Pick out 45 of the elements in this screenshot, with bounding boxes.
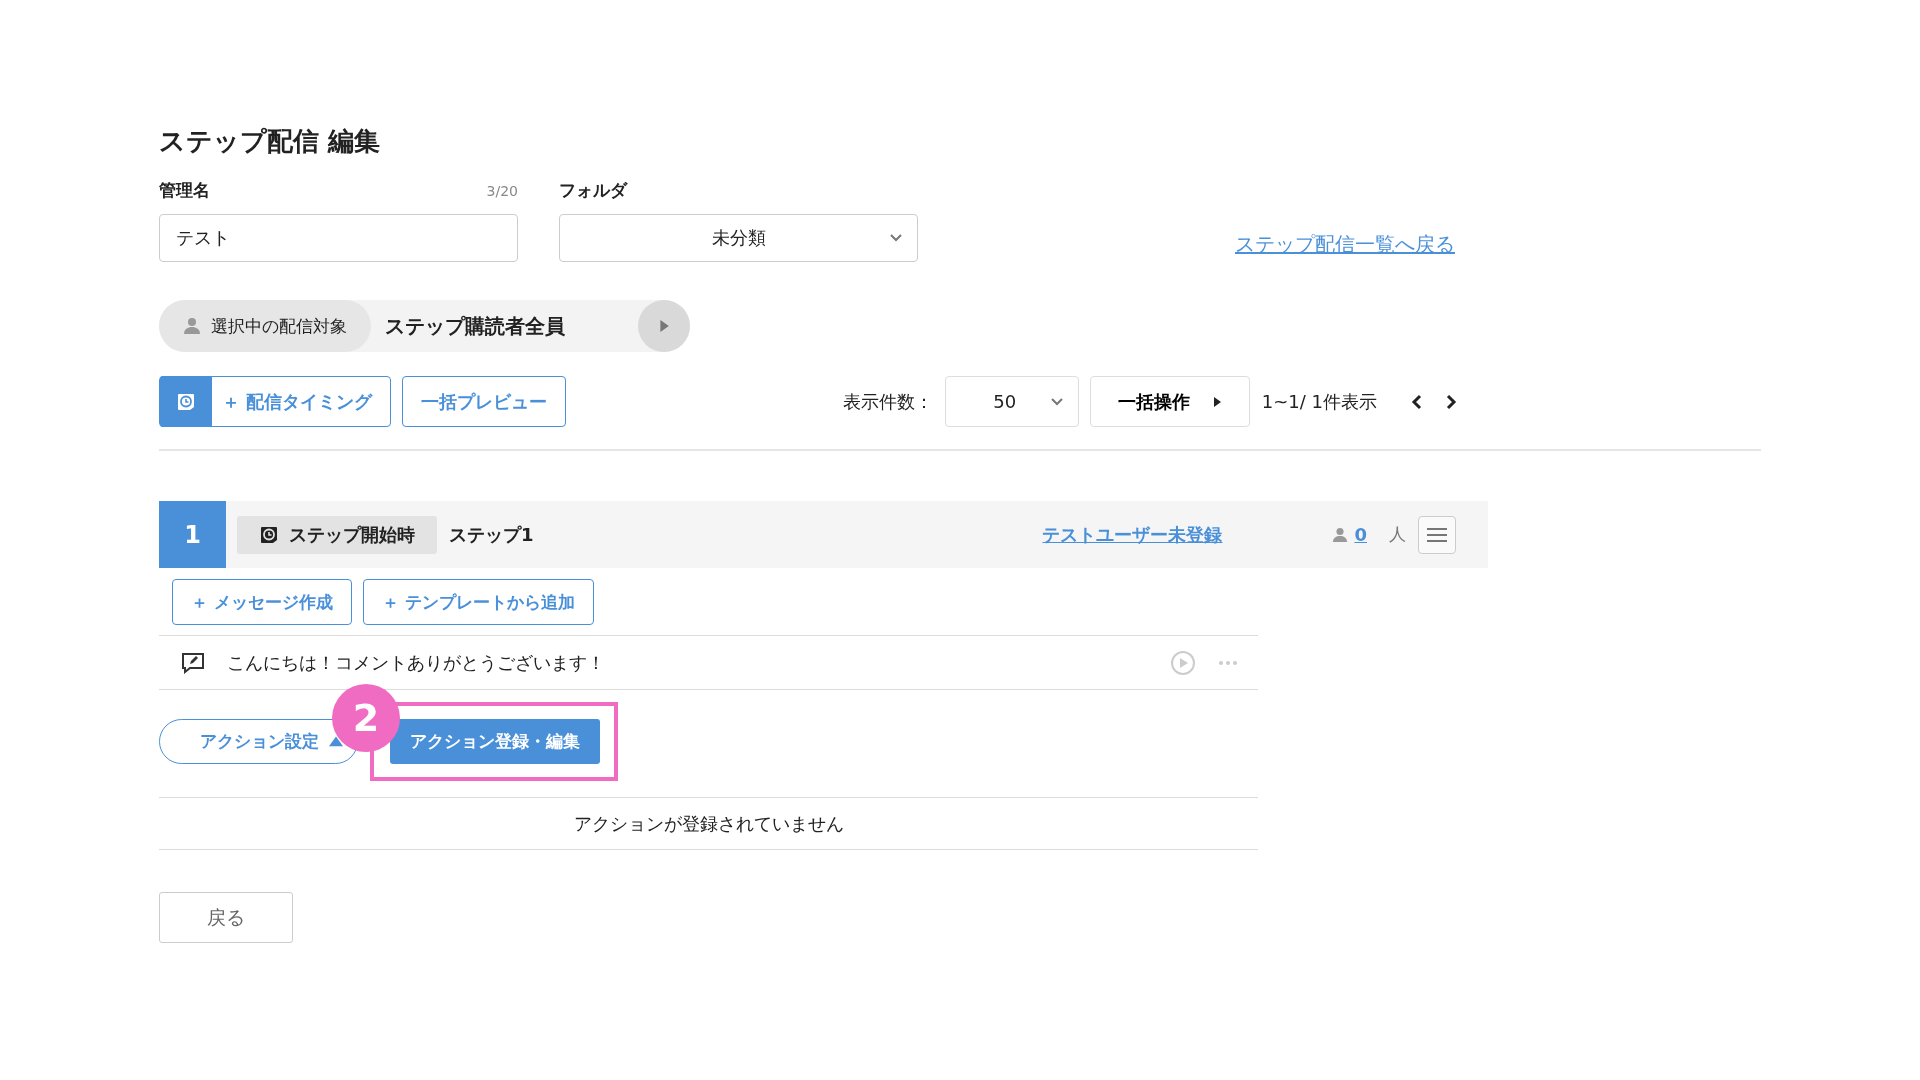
caret-up-icon xyxy=(329,734,343,749)
previous-page-icon[interactable] xyxy=(1411,393,1423,410)
add-message-button[interactable]: ＋ テンプレートから追加 xyxy=(362,579,594,625)
bulk-preview-button[interactable]: 一括プレビュー xyxy=(402,376,567,427)
no-actions-message: アクションが登録されていません xyxy=(573,811,844,836)
next-page-icon[interactable] xyxy=(1445,393,1457,410)
action-edit-button[interactable]: アクション登録・編集 xyxy=(390,719,600,764)
character-counter: 3/20 xyxy=(486,182,518,199)
target-label-chip: 選択中の配信対象 xyxy=(159,300,371,352)
message-text: こんにちは！コメントありがとうございます！ xyxy=(227,650,605,675)
back-to-list-link[interactable]: ステップ配信一覧へ戻る xyxy=(1235,232,1455,256)
target-value: ステップ購読者全員 xyxy=(384,312,566,340)
field-label: 管理名 xyxy=(159,179,210,202)
caret-right-icon xyxy=(1211,396,1222,407)
add-message-button[interactable]: ＋ メッセージ作成 xyxy=(172,579,352,625)
menu-icon xyxy=(1427,526,1447,543)
step-badge: 2 xyxy=(332,684,400,752)
play-icon xyxy=(658,320,670,332)
folder-dropdown[interactable]: 未分類 xyxy=(559,214,918,262)
target-next-button[interactable] xyxy=(638,300,690,352)
person-icon xyxy=(183,317,201,335)
clock-icon xyxy=(259,524,279,545)
user-count-link[interactable]: 0 xyxy=(1354,524,1367,545)
back-button[interactable]: 戻る xyxy=(159,892,293,943)
menu-button[interactable] xyxy=(1418,515,1456,554)
per-page-label: 表示件数： xyxy=(842,389,933,414)
more-dots-icon[interactable] xyxy=(1218,659,1238,666)
step-timing-tag: ステップ開始時 xyxy=(237,515,437,554)
message-row[interactable]: こんにちは！コメントありがとうございます！ xyxy=(159,635,1258,690)
step-name: ステップ1 xyxy=(449,522,534,547)
per-page-dropdown[interactable]: 50 xyxy=(944,376,1079,427)
clock-icon xyxy=(176,391,196,412)
test-user-link[interactable]: テストユーザー未登録 xyxy=(1042,522,1223,547)
chat-edit-icon xyxy=(181,651,205,674)
name-input-field[interactable]: テスト xyxy=(159,214,518,262)
page-title: ステップ配信 編集 xyxy=(159,125,382,158)
bulk-action-button[interactable]: 一括操作 xyxy=(1089,376,1250,427)
user-unit: 人 xyxy=(1389,523,1406,546)
chevron-down-icon xyxy=(889,232,903,244)
add-timing-button[interactable]: ＋ 配信タイミング xyxy=(159,376,392,427)
chevron-down-icon xyxy=(1049,395,1064,408)
step-number: 1 xyxy=(159,501,226,568)
field-label: フォルダ xyxy=(559,179,627,202)
paging-info: 1~1/ 1件表示 xyxy=(1261,389,1377,414)
person-icon xyxy=(1332,526,1349,543)
